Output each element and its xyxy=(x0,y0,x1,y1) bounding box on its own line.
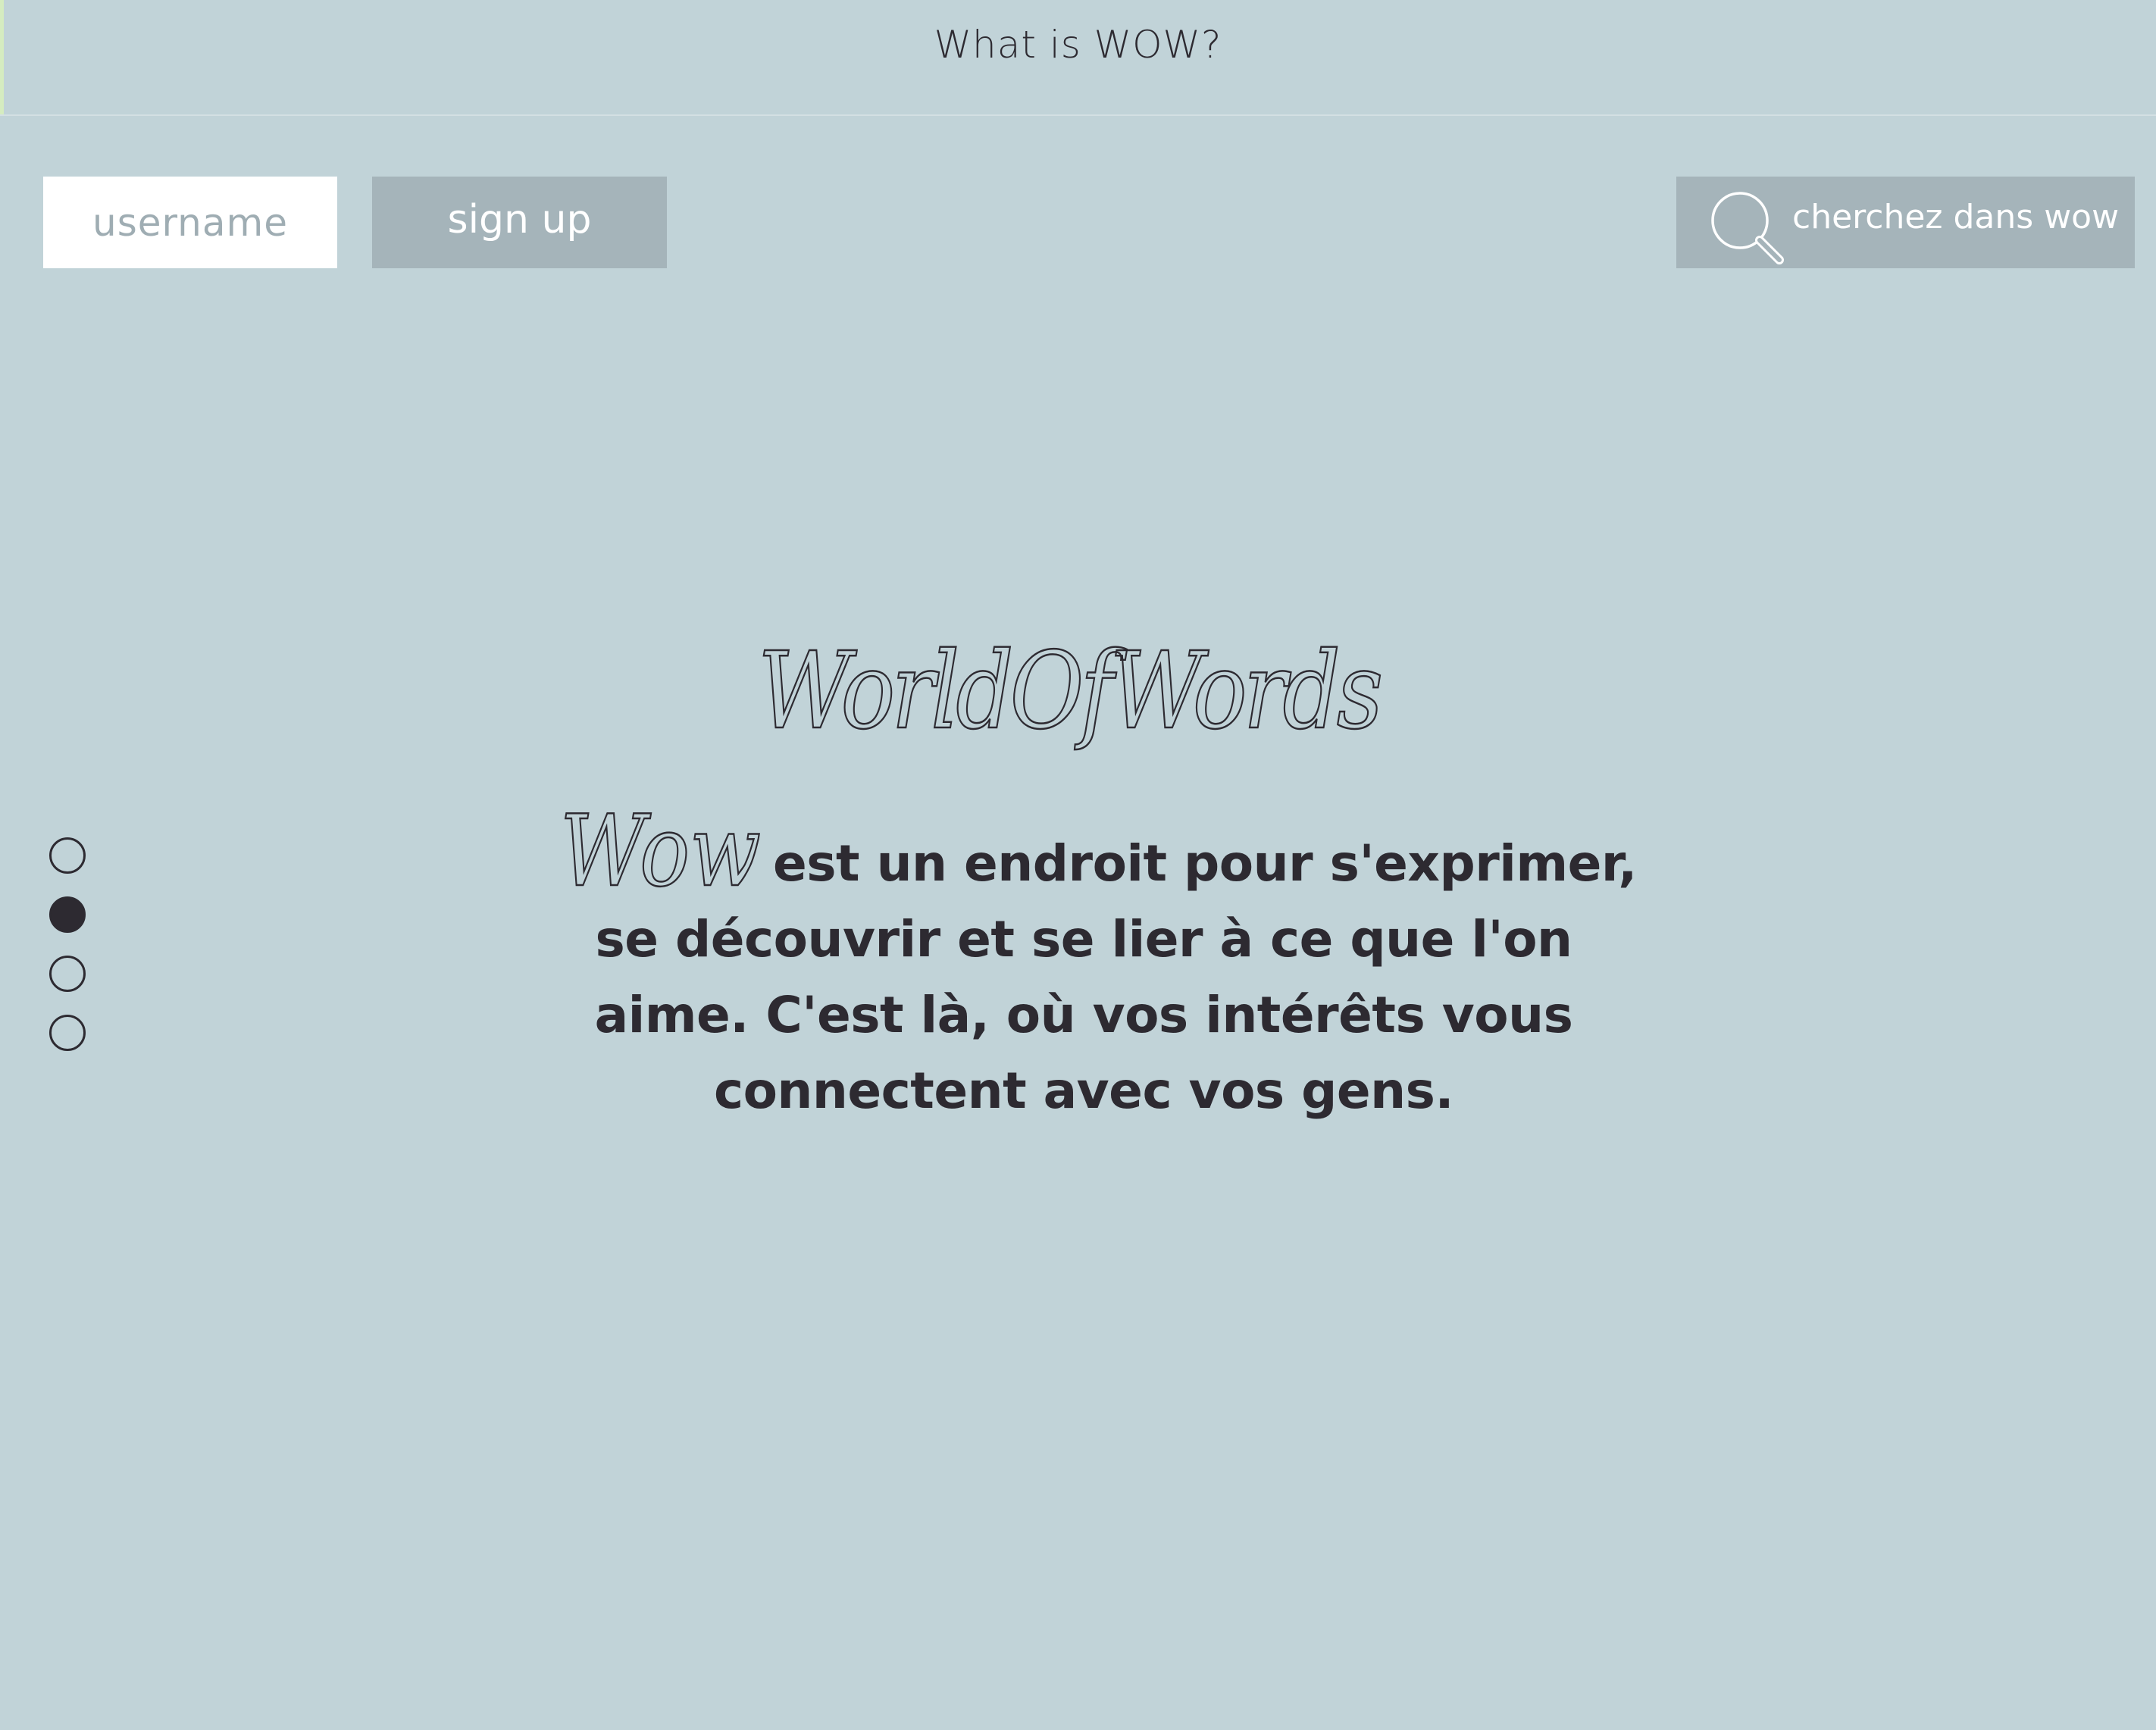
sign-up-button[interactable]: sign up xyxy=(372,177,667,268)
description-line: se découvrir et se lier à ce que l'on xyxy=(595,910,1572,968)
hero-description: est un endroit pour s'exprimer, se décou… xyxy=(546,826,1638,1129)
search-label[interactable]: cherchez dans wow xyxy=(1792,198,2119,236)
description-line: aime. C'est là, où vos intérêts vous xyxy=(594,986,1573,1044)
top-bar: What is WOW? xyxy=(0,0,2156,116)
description-line: est un endroit pour s'exprimer, xyxy=(773,834,1637,893)
page-title[interactable]: What is WOW? xyxy=(0,23,2156,67)
username-input[interactable] xyxy=(43,177,337,268)
pagination-dots xyxy=(49,837,90,1074)
pagination-dot-4[interactable] xyxy=(49,1015,86,1051)
pagination-dot-3[interactable] xyxy=(49,956,86,992)
world-of-words-logo: WorldOfWords xyxy=(757,629,1383,754)
pagination-dot-1[interactable] xyxy=(49,837,86,874)
search-box[interactable]: cherchez dans wow xyxy=(1676,177,2135,268)
svg-text:WorldOfWords: WorldOfWords xyxy=(758,630,1381,753)
search-icon xyxy=(1711,192,1784,264)
page: What is WOW? sign up cherchez dans wow W… xyxy=(0,0,2156,1730)
pagination-dot-2[interactable] xyxy=(49,896,86,933)
description-line: connectent avec vos gens. xyxy=(713,1062,1454,1120)
